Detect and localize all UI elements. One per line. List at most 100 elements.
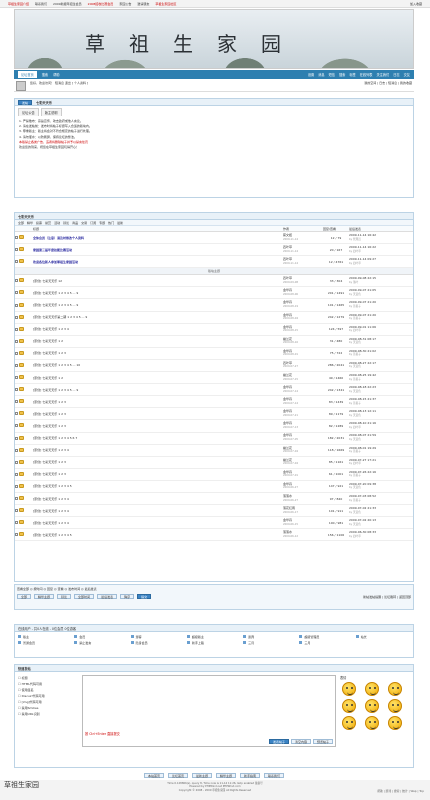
select-checkbox[interactable] xyxy=(15,460,18,464)
smiley-icon[interactable] xyxy=(388,682,402,696)
thread-filter-tab[interactable]: 活动 xyxy=(54,221,60,225)
select-checkbox[interactable] xyxy=(15,521,18,525)
top-link[interactable]: 草祖生家园介绍 xyxy=(8,2,29,6)
select-checkbox[interactable] xyxy=(15,303,18,307)
select-checkbox[interactable] xyxy=(15,236,18,240)
thread-title-link[interactable]: [原创] 七彩天天乐 1 2 xyxy=(33,339,63,343)
select-checkbox[interactable] xyxy=(15,260,18,264)
nav-item[interactable]: 交友 xyxy=(404,72,410,77)
select-checkbox[interactable] xyxy=(15,509,18,513)
nav-item[interactable]: 消息 xyxy=(318,72,324,77)
thread-title-link[interactable]: [原创] 七彩天天乐 1 2 3 xyxy=(33,424,66,428)
thread-title-link[interactable]: [原创] 七彩天天乐 1 2 3 xyxy=(33,460,66,464)
top-link[interactable]: 2008招收比赛会员 xyxy=(88,2,114,6)
select-checkbox[interactable] xyxy=(15,376,18,380)
smiley-icon[interactable] xyxy=(388,699,402,713)
select-checkbox[interactable] xyxy=(15,291,18,295)
smiley-icon[interactable] xyxy=(342,699,356,713)
bottom-nav-button[interactable]: 本站首页 xyxy=(143,772,164,778)
select-checkbox[interactable] xyxy=(15,388,18,392)
direction-select[interactable]: 降序 xyxy=(120,594,135,599)
thread-filter-tab[interactable]: 订阅 xyxy=(90,221,96,225)
thread-title-link[interactable]: [原创] 七彩天天乐 1 2 3 4 5 ... 9 xyxy=(33,303,78,307)
thread-title-link[interactable]: 欢迎各位新人参加草祖生家园活动 xyxy=(33,260,78,264)
nav-item-search[interactable]: 搜索 xyxy=(42,72,48,77)
select-checkbox[interactable] xyxy=(15,339,18,343)
filter-debate-button[interactable]: 辩论 xyxy=(57,594,72,599)
bottom-nav-button[interactable]: 新手指南 xyxy=(240,772,261,778)
smiley-icon[interactable] xyxy=(365,682,379,696)
thread-title-link[interactable]: [原创] 七彩天天乐 1 2 3 4 5 ... 9 xyxy=(33,388,78,392)
select-checkbox[interactable] xyxy=(15,436,18,440)
thread-title-link[interactable]: [原创] 七彩天天乐 1 2 3 4 5 ... 9 xyxy=(33,291,78,295)
nav-item[interactable]: 在线列表 xyxy=(360,72,373,77)
smiley-icon[interactable] xyxy=(365,716,379,730)
thread-title-link[interactable]: [原创] 七彩天天乐 1 2 3 4 xyxy=(33,497,69,501)
thread-filter-tab[interactable]: 热门 xyxy=(108,221,114,225)
preview-post-button[interactable]: 预览帖子 xyxy=(312,739,333,744)
post-option[interactable]: ☐ 禁用URL识别 xyxy=(18,711,78,717)
thread-title-link[interactable]: [原创] 七彩天天乐 1 2 3 4 xyxy=(33,521,69,525)
filter-label[interactable]: 查看全部 ◎ 按时间 ◎ 回复 ◎ 查看 ◎ 发布时间 ◎ 最后发表 xyxy=(17,587,411,591)
smiley-icon[interactable] xyxy=(342,682,356,696)
thread-title-link[interactable]: [原创] 七彩天天乐 1 2 3 4 5 xyxy=(33,484,72,488)
smiley-icon[interactable] xyxy=(365,699,379,713)
thread-title-link[interactable]: [原创] 七彩天天乐 12 xyxy=(33,279,62,283)
thread-title-link[interactable]: [原创] 七彩天天乐 1 2 3 xyxy=(33,412,66,416)
thread-filter-tab[interactable]: 专题 xyxy=(99,221,105,225)
nav-item[interactable]: 日志 xyxy=(393,72,399,77)
paging-right-links[interactable]: 新帖发帖提醒 | 论坛跳转 | 返回顶部 xyxy=(363,595,411,599)
top-link[interactable]: 2009新报年招生会员 xyxy=(53,2,82,6)
thread-title-link[interactable]: 全体会员（注意）请及时修改个人资料 xyxy=(33,236,84,240)
thread-filter-tab[interactable]: 全部 xyxy=(18,221,24,225)
select-checkbox[interactable] xyxy=(15,533,18,537)
thread-title-link[interactable]: [原创] 七彩天天乐 1 2 3 4 5 6 7 xyxy=(33,436,77,440)
time-select[interactable]: 全部时间 xyxy=(74,594,95,599)
tab-notice[interactable]: 论坛公告 xyxy=(18,108,39,116)
bottom-nav-button[interactable]: 精华主题 xyxy=(216,772,237,778)
thread-title-link[interactable]: [原创] 七彩天天乐 1 2 3 4 xyxy=(33,327,69,331)
nav-item[interactable]: 搜索 xyxy=(339,72,345,77)
thread-filter-tab[interactable]: 交易 xyxy=(81,221,87,225)
nav-item[interactable]: 标签 xyxy=(349,72,355,77)
filter-digest-button[interactable]: 精华主题 xyxy=(34,594,55,599)
bottom-nav-button[interactable]: 联系我们 xyxy=(264,772,285,778)
top-link[interactable]: 邀请朋友 xyxy=(137,2,149,6)
top-link[interactable]: 草祖生家园社区 xyxy=(155,2,176,6)
select-checkbox[interactable] xyxy=(15,448,18,452)
user-links[interactable]: 我的空间 | 日志 | 短消息 | 我的收藏 xyxy=(364,81,412,90)
order-select[interactable]: 最后发表 xyxy=(97,594,118,599)
submit-post-button[interactable]: 发表帖子 xyxy=(268,739,289,744)
thread-title-link[interactable]: [原创] 七彩天天乐 1 2 3 xyxy=(33,351,66,355)
avatar[interactable] xyxy=(16,81,26,91)
select-checkbox[interactable] xyxy=(15,327,18,331)
clear-post-button[interactable]: 清空内容 xyxy=(290,739,311,744)
thread-title-link[interactable]: [原创] 七彩天天乐第二期 1 2 3 4 5 ... 9 xyxy=(33,315,87,319)
add-favorite-link[interactable]: 加入收藏 xyxy=(410,2,422,6)
footer-links[interactable]: 帮助 | 游戏 | 搜索 | 统计 | Wap | Top xyxy=(377,789,424,793)
select-checkbox[interactable] xyxy=(15,400,18,404)
nav-item-help[interactable]: 帮助 xyxy=(53,72,59,77)
select-checkbox[interactable] xyxy=(15,497,18,501)
select-checkbox[interactable] xyxy=(15,351,18,355)
bottom-nav-button[interactable]: 论坛首页 xyxy=(167,772,188,778)
top-link[interactable]: 家园公告 xyxy=(119,2,131,6)
select-checkbox[interactable] xyxy=(15,472,18,476)
nav-item[interactable]: 短信 xyxy=(329,72,335,77)
post-editor-textarea[interactable]: 按 Ctrl+Enter 直接提交 发表帖子 清空内容 预览帖子 xyxy=(82,675,336,747)
thread-title-link[interactable]: [原创] 七彩天天乐 1 2 3 xyxy=(33,472,66,476)
smiley-icon[interactable] xyxy=(342,716,356,730)
thread-filter-tab[interactable]: 投票 xyxy=(36,221,42,225)
submit-filter-button[interactable]: 提交 xyxy=(137,594,152,599)
filter-all-button[interactable]: 全部 xyxy=(17,594,32,599)
bottom-nav-button[interactable]: 最新主题 xyxy=(191,772,212,778)
nav-item[interactable]: 关注我们 xyxy=(377,72,390,77)
thread-title-link[interactable]: [原创] 七彩天天乐 1 2 3 4 5 ... 10 xyxy=(33,363,80,367)
thread-title-link[interactable]: [原创] 七彩天天乐 1 2 xyxy=(33,376,63,380)
thread-filter-tab[interactable]: 悬赏 xyxy=(45,221,51,225)
thread-title-link[interactable]: [原创] 七彩天天乐 1 2 3 4 5 xyxy=(33,533,72,537)
nav-tab-home[interactable]: 论坛首页 xyxy=(18,71,37,78)
new-thread-button[interactable]: 发帖 xyxy=(18,99,33,105)
tab-moderator[interactable]: 版主说明 xyxy=(40,108,62,116)
thread-filter-tab[interactable]: 商品 xyxy=(72,221,78,225)
